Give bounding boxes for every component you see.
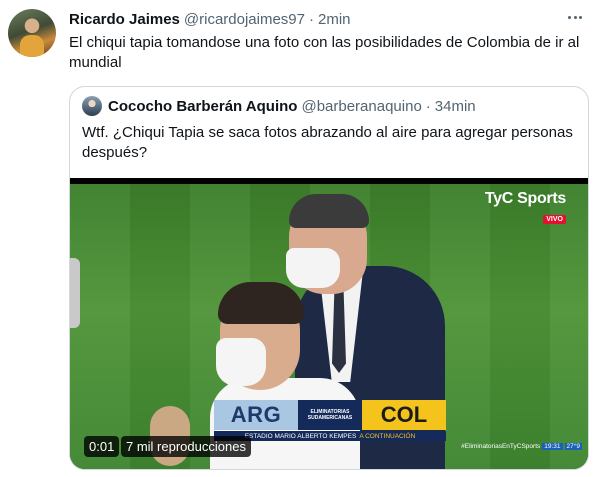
video-view-count: 7 mil reproducciones: [121, 436, 251, 457]
separator-dot: ·: [309, 10, 314, 28]
tweet-header: Ricardo Jaimes @ricardojaimes97 · 2min: [69, 9, 586, 29]
quoted-author-avatar: [82, 96, 102, 116]
quoted-tweet-timestamp: 34min: [434, 97, 476, 115]
competition-label: ELIMINATORIAS SUDAMERICANAS: [298, 400, 362, 430]
face-mask: [216, 338, 266, 386]
broadcast-ticker: #EliminatoriasEnTyCSports 19:31 27°9: [461, 442, 582, 450]
author-handle[interactable]: @ricardojaimes97: [184, 11, 305, 28]
tweet-timestamp[interactable]: 2min: [318, 11, 351, 28]
face-mask: [286, 248, 340, 288]
quoted-author-name: Cococho Barberán Aquino: [108, 97, 298, 115]
separator-dot: ·: [425, 97, 431, 115]
broadcaster-logo: TyC Sports VIVO: [484, 190, 566, 224]
video-player[interactable]: TyC Sports VIVO ARG ELIMINATORIAS SUDAME…: [70, 178, 588, 469]
video-elapsed-time: 0:01: [84, 436, 120, 457]
quoted-author-handle: @barberanaquino: [301, 97, 422, 115]
tweet[interactable]: Ricardo Jaimes @ricardojaimes97 · 2min E…: [0, 0, 598, 477]
author-name[interactable]: Ricardo Jaimes: [69, 11, 180, 28]
match-scoreboard: ARG ELIMINATORIAS SUDAMERICANAS COL: [214, 400, 446, 430]
quoted-tweet[interactable]: Cococho Barberán Aquino @barberanaquino …: [69, 86, 589, 470]
more-horizontal-icon[interactable]: [564, 7, 586, 27]
quoted-tweet-header: Cococho Barberán Aquino @barberanaquino …: [82, 96, 476, 116]
tweet-text: El chiqui tapia tomandose una foto con l…: [69, 34, 580, 71]
author-avatar[interactable]: [8, 9, 56, 57]
live-badge: VIVO: [543, 215, 566, 224]
team-away: COL: [362, 400, 446, 430]
team-home: ARG: [214, 400, 298, 430]
quoted-tweet-text: Wtf. ¿Chiqui Tapia se saca fotos abrazan…: [82, 124, 573, 161]
